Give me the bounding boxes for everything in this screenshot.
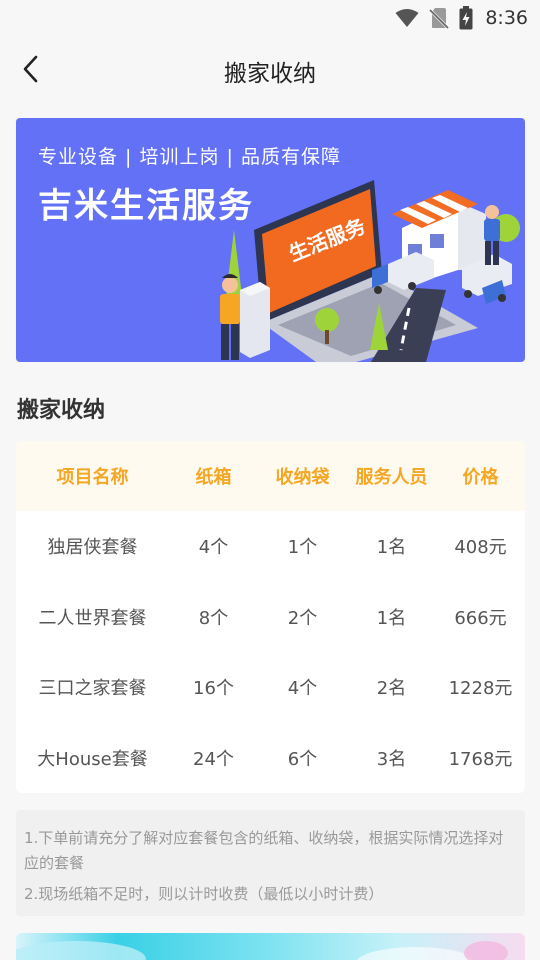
staff-count: 1名 xyxy=(376,607,407,629)
status-icons: 8:36 xyxy=(395,6,528,30)
package-price: 1768元 xyxy=(448,748,513,770)
notes-box: 1.下单前请充分了解对应套餐包含的纸箱、收纳袋，根据实际情况选择对应的套餐 2.… xyxy=(16,810,525,916)
header-staff: 服务人员 xyxy=(355,467,428,488)
no-sim-icon xyxy=(429,8,450,29)
header-boxes: 纸箱 xyxy=(195,467,232,488)
box-count: 4个 xyxy=(198,537,229,559)
staff-count: 1名 xyxy=(376,537,407,559)
table-row[interactable]: 三口之家套餐 16个 4个 2名 1228元 xyxy=(16,652,525,723)
page-title: 搬家收纳 xyxy=(224,61,316,87)
bottom-banner[interactable] xyxy=(16,933,525,960)
box-count: 8个 xyxy=(198,607,229,629)
box-count: 24个 xyxy=(193,748,234,770)
table-row[interactable]: 二人世界套餐 8个 2个 1名 666元 xyxy=(16,582,525,653)
banner-brand: 吉米生活服务 xyxy=(38,186,254,226)
bag-count: 6个 xyxy=(287,748,318,770)
wifi-icon xyxy=(395,9,419,27)
staff-count: 3名 xyxy=(376,748,407,770)
package-name: 三口之家套餐 xyxy=(38,678,147,700)
table-row[interactable]: 独居侠套餐 4个 1个 1名 408元 xyxy=(16,511,525,582)
header-name: 项目名称 xyxy=(56,467,129,488)
bag-count: 4个 xyxy=(287,678,318,700)
package-name: 独居侠套餐 xyxy=(47,537,138,559)
note-1: 1.下单前请充分了解对应套餐包含的纸箱、收纳袋，根据实际情况选择对应的套餐 xyxy=(24,829,504,872)
package-name: 大House套餐 xyxy=(37,748,148,770)
staff-count: 2名 xyxy=(376,678,407,700)
package-name: 二人世界套餐 xyxy=(38,607,147,629)
box-count: 16个 xyxy=(193,678,234,700)
status-time: 8:36 xyxy=(485,7,528,29)
section-title: 搬家收纳 xyxy=(17,398,106,423)
note-2: 2.现场纸箱不足时，则以计时收费（最低以小时计费） xyxy=(24,885,384,903)
status-bar: 8:36 xyxy=(0,0,540,36)
table-row[interactable]: 大House套餐 24个 6个 3名 1768元 xyxy=(16,723,525,794)
battery-charging-icon xyxy=(459,6,473,30)
bag-count: 1个 xyxy=(287,537,318,559)
bag-count: 2个 xyxy=(287,607,318,629)
promo-banner[interactable]: 专业设备 | 培训上岗 | 品质有保障 吉米生活服务 生活服务 xyxy=(16,118,525,362)
header-price: 价格 xyxy=(462,467,499,488)
package-price: 666元 xyxy=(454,607,507,629)
package-price: 1228元 xyxy=(448,678,513,700)
nav-bar: 搬家收纳 xyxy=(0,36,540,102)
package-price: 408元 xyxy=(454,537,507,559)
header-bags: 收纳袋 xyxy=(275,467,330,488)
price-table: 项目名称 纸箱 收纳袋 服务人员 价格 独居侠套餐 4个 1个 1名 408元 … xyxy=(16,441,525,793)
bottom-banner-decoration xyxy=(16,941,508,960)
banner-tagline: 专业设备 | 培训上岗 | 品质有保障 xyxy=(38,146,341,168)
table-header: 项目名称 纸箱 收纳袋 服务人员 价格 xyxy=(16,441,525,511)
